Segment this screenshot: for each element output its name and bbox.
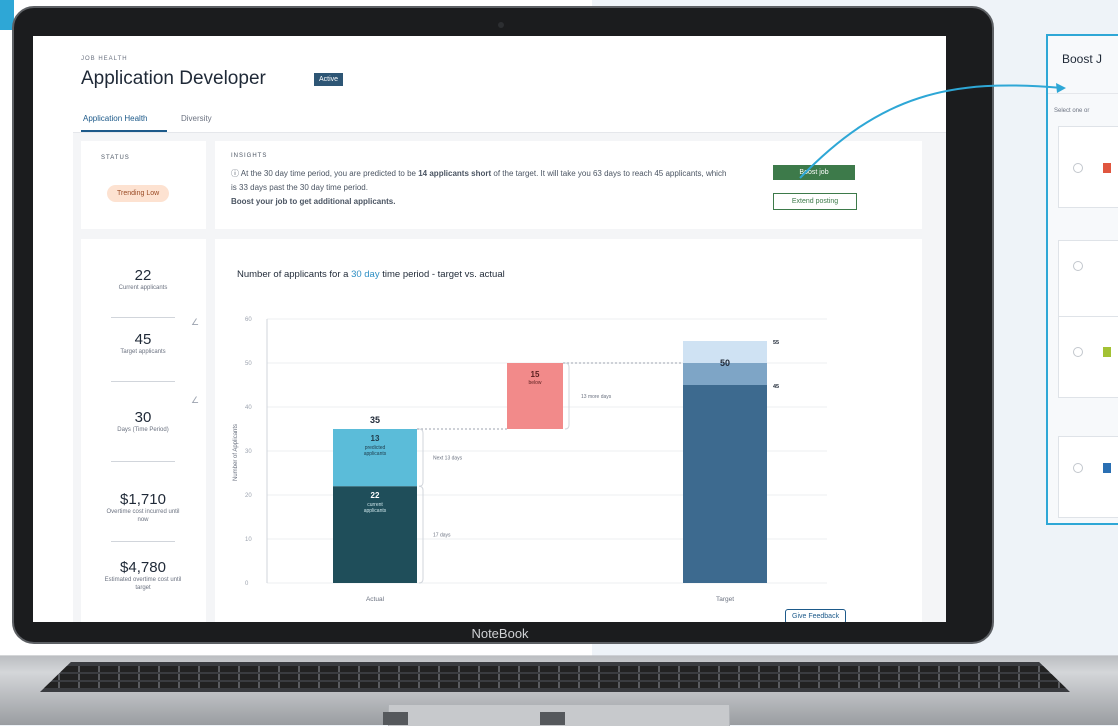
metric-target: 45 Target applicants	[81, 331, 205, 356]
insights-cta: Boost your job to get additional applica…	[231, 197, 396, 206]
bar-total-label: 35	[370, 415, 380, 425]
content-area: STATUS Trending Low INSIGHTS ⓘ At the 30…	[73, 133, 946, 622]
metric-divider	[111, 381, 175, 382]
insights-text: ⓘ At the 30 day time period, you are pre…	[231, 167, 731, 209]
boost-option-3[interactable]	[1058, 316, 1118, 398]
x-tick-label: Actual	[366, 596, 385, 603]
boost-panel-hint: Select one or	[1054, 108, 1090, 114]
radio-button[interactable]	[1073, 163, 1083, 173]
metric-current: 22 Current applicants	[81, 267, 205, 292]
insights-card: INSIGHTS ⓘ At the 30 day time period, yo…	[215, 141, 922, 229]
tab-diversity[interactable]: Diversity	[181, 114, 212, 123]
radio-button[interactable]	[1073, 261, 1083, 271]
metric-days-value: 30	[134, 409, 152, 426]
extend-posting-button[interactable]: Extend posting	[773, 193, 857, 210]
bar-sub-label: applicants	[364, 508, 387, 514]
brace-next-13-days	[418, 428, 424, 487]
hinge-left	[383, 712, 408, 725]
y-tick-label: 0	[245, 581, 249, 587]
boost-panel-title: Boost J	[1062, 52, 1103, 66]
boost-option-4[interactable]	[1058, 436, 1118, 518]
hinge-right	[540, 712, 565, 725]
boost-job-button[interactable]: Boost job	[773, 165, 855, 180]
edit-days-icon[interactable]: ∠	[191, 395, 199, 406]
metric-overtime-now: $1,710 Overtime cost incurred until now	[81, 491, 205, 524]
metric-overtime-target-label: Estimated overtime cost until target	[104, 577, 182, 591]
boost-option-2[interactable]	[1058, 240, 1118, 322]
annotation-label: Next 13 days	[433, 456, 463, 462]
metric-target-label: Target applicants	[120, 349, 166, 355]
annotation-label: 17 days	[433, 533, 451, 539]
camera	[498, 22, 504, 28]
target-bar-segment	[683, 385, 767, 583]
laptop-keyboard	[40, 662, 1070, 692]
annotation-label: 13 more days	[581, 394, 612, 400]
target-value-label: 50	[720, 358, 730, 368]
status-label: STATUS	[101, 155, 130, 161]
metric-current-value: 22	[134, 267, 152, 284]
insights-label: INSIGHTS	[231, 153, 268, 159]
y-axis-label: Number of Applicants	[233, 424, 239, 481]
gap-value-label: 15	[531, 370, 540, 379]
boost-panel-divider	[1048, 93, 1118, 94]
page-eyebrow: JOB HEALTH	[81, 56, 128, 62]
radio-button[interactable]	[1073, 463, 1083, 473]
laptop-brand: NoteBook	[471, 626, 529, 641]
boost-panel: Boost J Select one or	[1046, 34, 1118, 525]
status-badge: Active	[314, 73, 344, 86]
status-card: STATUS Trending Low	[81, 141, 206, 229]
actual-bar-segment	[333, 486, 417, 583]
boost-option-1[interactable]	[1058, 126, 1118, 208]
metric-divider	[111, 461, 175, 462]
target-max-label: 55	[773, 340, 779, 346]
radio-button[interactable]	[1073, 347, 1083, 357]
page-title: Application Developer	[81, 68, 266, 89]
metric-overtime-now-label: Overtime cost incurred until now	[106, 509, 180, 523]
y-tick-label: 60	[245, 317, 252, 323]
gap-sub-label: below	[528, 380, 541, 386]
key-row	[40, 674, 1070, 680]
provider-logo-icon	[1103, 463, 1111, 473]
metric-days-label: Days (Time Period)	[117, 427, 169, 433]
y-tick-label: 10	[245, 537, 252, 543]
metric-days: 30 Days (Time Period)	[81, 409, 205, 434]
applicants-chart: 0102030405060Number of Applicants22curre…	[233, 317, 827, 603]
key-row	[40, 682, 1070, 688]
y-tick-label: 20	[245, 493, 252, 499]
target-min-label: 45	[773, 384, 779, 390]
chart-card: Number of applicants for a 30 day time p…	[215, 239, 922, 622]
brace-17-days	[418, 485, 424, 584]
insights-text-bold: 14 applicants short	[418, 169, 492, 178]
x-tick-label: Target	[716, 596, 734, 603]
metric-divider	[111, 541, 175, 542]
give-feedback-button[interactable]: Give Feedback	[785, 609, 847, 622]
bar-value-label: 22	[371, 491, 380, 500]
metric-target-value: 45	[134, 331, 152, 348]
y-tick-label: 30	[245, 449, 252, 455]
insights-text-pre: At the 30 day time period, you are predi…	[240, 169, 419, 178]
edit-target-icon[interactable]: ∠	[191, 317, 199, 328]
provider-logo-icon	[1103, 347, 1111, 357]
tab-application-health[interactable]: Application Health	[83, 114, 147, 123]
metric-divider	[111, 317, 175, 318]
laptop-screen: JOB HEALTH Application Developer Active …	[33, 36, 946, 622]
metric-overtime-target-value: $4,780	[120, 559, 166, 576]
metrics-card: 22 Current applicants ∠ 45 Target applic…	[81, 239, 206, 622]
metric-overtime-target: $4,780 Estimated overtime cost until tar…	[81, 559, 205, 592]
metric-overtime-now-value: $1,710	[120, 491, 166, 508]
info-icon: ⓘ	[231, 169, 241, 178]
key-row	[40, 666, 1070, 672]
brace-13-more-days	[564, 362, 570, 430]
status-pill: Trending Low	[107, 185, 170, 202]
bar-sub-label: applicants	[364, 451, 387, 457]
y-tick-label: 50	[245, 361, 252, 367]
y-tick-label: 40	[245, 405, 252, 411]
provider-logo-icon	[1103, 163, 1111, 173]
bar-value-label: 13	[371, 434, 380, 443]
metric-current-label: Current applicants	[118, 285, 168, 291]
